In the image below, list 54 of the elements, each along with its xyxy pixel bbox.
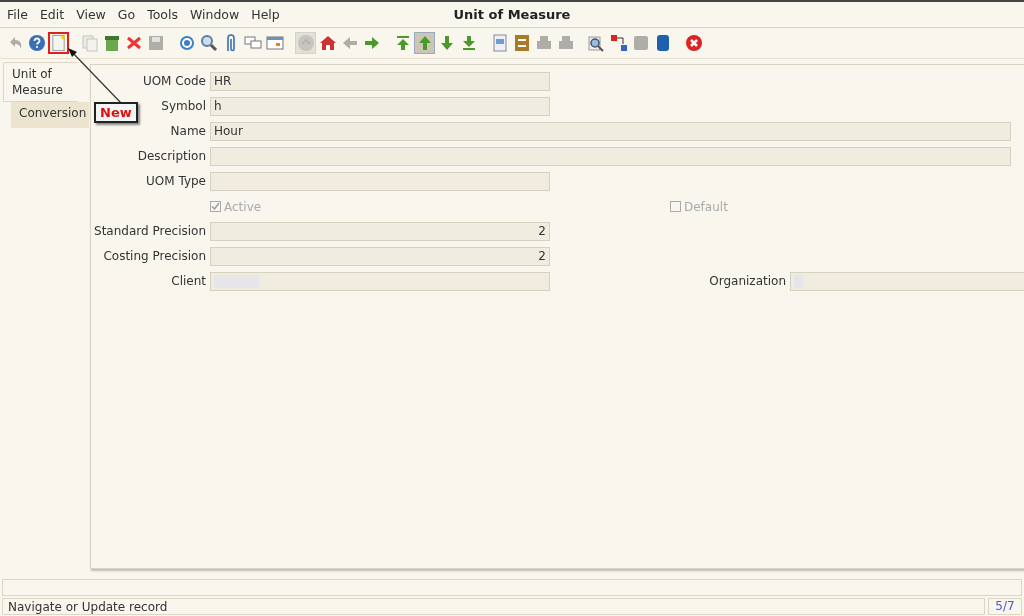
archive-icon bbox=[512, 34, 531, 52]
field-label: Costing Precision bbox=[103, 248, 206, 265]
workflow-button[interactable] bbox=[608, 32, 629, 54]
field-label: Standard Precision bbox=[94, 223, 206, 240]
input-field[interactable]: Hour bbox=[210, 122, 1011, 141]
exit-icon bbox=[684, 34, 703, 52]
client-field[interactable] bbox=[210, 272, 550, 291]
callout-label: New bbox=[94, 102, 138, 123]
report-icon bbox=[490, 34, 509, 52]
find-icon bbox=[199, 34, 218, 52]
menu-item[interactable]: File bbox=[7, 7, 28, 22]
new-icon bbox=[50, 34, 67, 52]
home-icon bbox=[318, 34, 337, 52]
forward-icon bbox=[362, 34, 381, 52]
history-icon bbox=[265, 34, 284, 52]
input-field[interactable]: 2 bbox=[210, 247, 550, 266]
chat-icon bbox=[243, 34, 262, 52]
help-icon bbox=[27, 34, 46, 52]
menu-item[interactable]: Help bbox=[251, 7, 280, 22]
help-button[interactable] bbox=[26, 32, 47, 54]
menu-item[interactable]: Tools bbox=[147, 7, 178, 22]
field-label: Organization bbox=[709, 273, 786, 290]
field-label: UOM Type bbox=[146, 173, 206, 190]
checkbox-icon bbox=[210, 201, 221, 212]
menu-item[interactable]: View bbox=[76, 7, 106, 22]
field-label: Description bbox=[137, 148, 206, 165]
field-label: Name bbox=[170, 123, 206, 140]
previous-button[interactable] bbox=[414, 32, 435, 54]
delete-icon bbox=[102, 34, 121, 52]
input-field[interactable]: HR bbox=[210, 72, 550, 91]
new-button[interactable] bbox=[48, 32, 69, 54]
workflow-icon bbox=[609, 34, 628, 52]
input-field[interactable] bbox=[210, 172, 550, 191]
window-title: Unit of Measure bbox=[453, 7, 571, 22]
menu-item[interactable]: Window bbox=[189, 7, 240, 22]
input-field[interactable]: h bbox=[210, 97, 550, 116]
status-message: Navigate or Update record bbox=[2, 598, 985, 615]
input-field[interactable]: 2 bbox=[210, 222, 550, 241]
save-icon bbox=[146, 34, 165, 52]
record-counter: 5/7 bbox=[988, 598, 1022, 615]
copy-icon bbox=[80, 34, 99, 52]
field-label: Client bbox=[171, 273, 206, 290]
find-button[interactable] bbox=[198, 32, 219, 54]
zoom-across-icon bbox=[587, 34, 606, 52]
field-label: UOM Code bbox=[142, 73, 206, 90]
tab[interactable]: Unit of Measure bbox=[3, 62, 78, 102]
menu-item[interactable]: Edit bbox=[39, 7, 65, 22]
input-field[interactable] bbox=[210, 147, 1011, 166]
exit-button[interactable] bbox=[683, 32, 704, 54]
menu-item[interactable]: Go bbox=[117, 7, 136, 22]
delete-selection-icon bbox=[124, 34, 143, 52]
checkbox-icon bbox=[670, 201, 681, 212]
field-label: Symbol bbox=[161, 98, 206, 115]
tab[interactable]: Conversion bbox=[11, 102, 89, 128]
